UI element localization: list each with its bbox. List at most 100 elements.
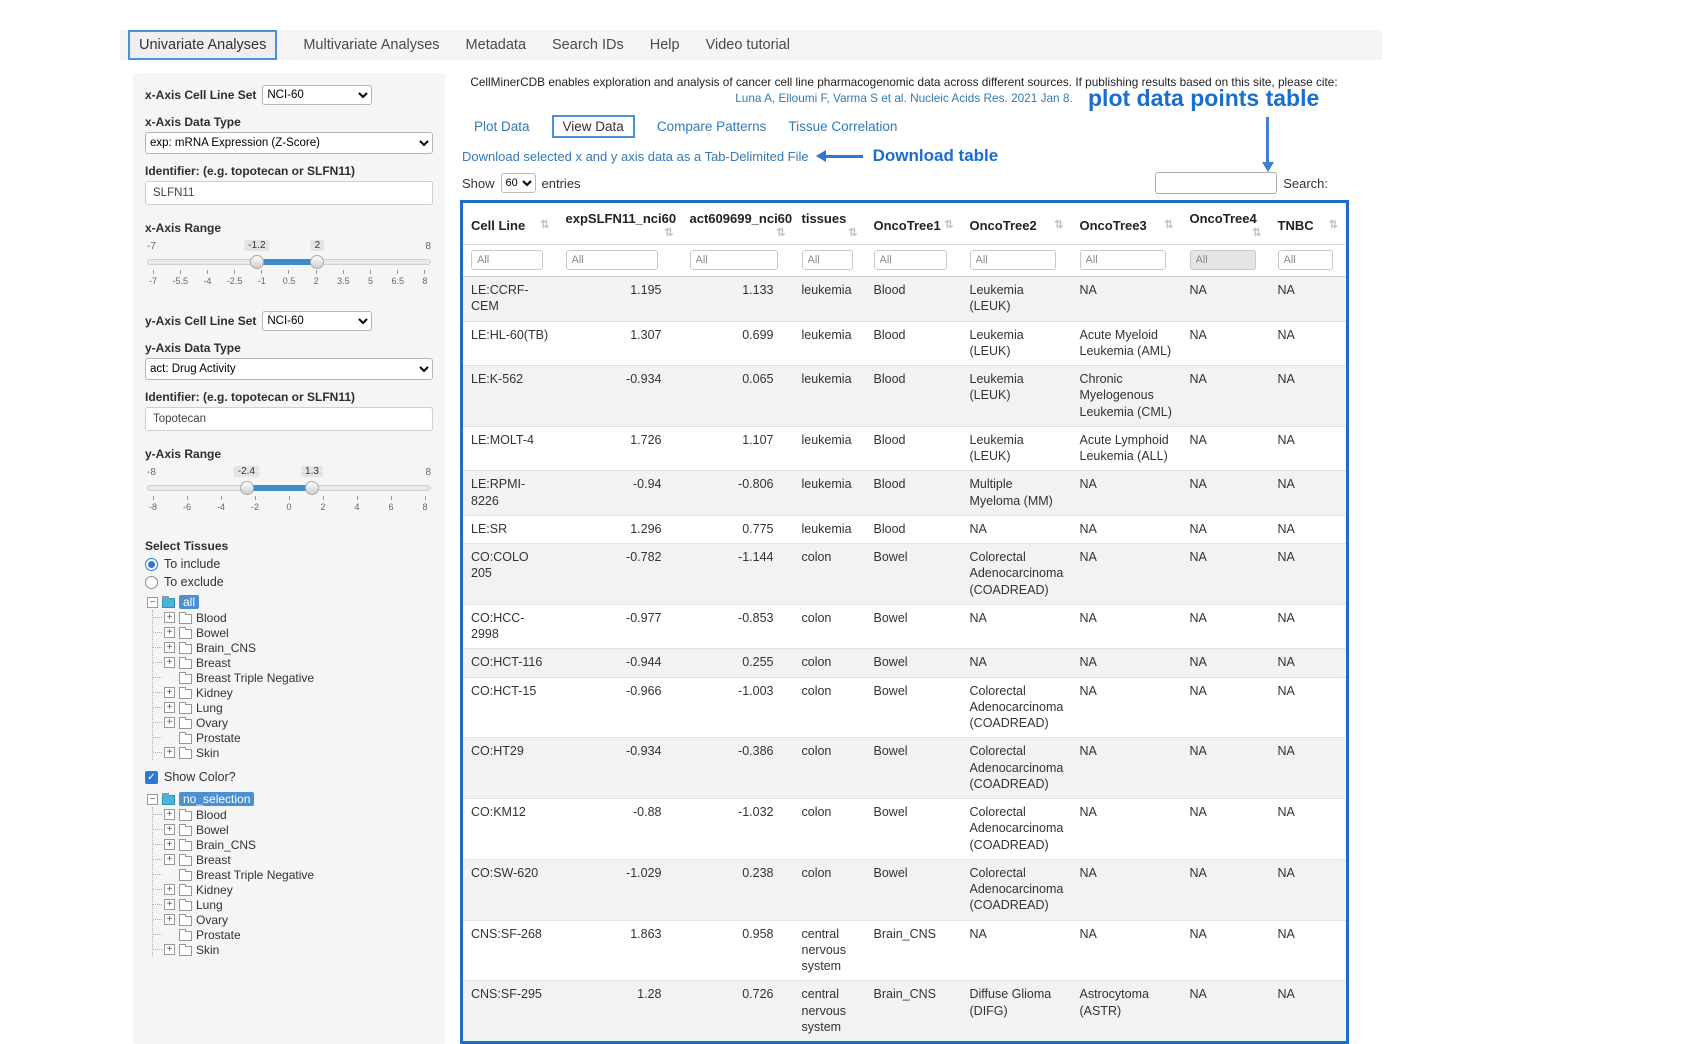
download-link[interactable]: Download selected x and y axis data as a…: [462, 149, 809, 164]
nav-tab-help[interactable]: Help: [650, 37, 680, 53]
radio-unselected-icon[interactable]: [145, 576, 158, 589]
sort-icon[interactable]: ⇅: [1054, 218, 1063, 231]
tree-item[interactable]: + Kidney: [153, 882, 433, 897]
expand-icon[interactable]: +: [164, 884, 175, 895]
tab-view-data[interactable]: View Data: [552, 115, 635, 138]
tree-item[interactable]: Breast Triple Negative: [153, 867, 433, 882]
sort-icon[interactable]: ⇅: [848, 226, 857, 239]
table-row[interactable]: LE:CCRF-CEM 1.195 1.133 leukemia Blood L…: [462, 277, 1348, 322]
tree-item[interactable]: + Blood: [153, 610, 433, 625]
nav-tab-video-tutorial[interactable]: Video tutorial: [706, 37, 790, 53]
expand-icon[interactable]: +: [164, 747, 175, 758]
nav-tab-univariate-analyses[interactable]: Univariate Analyses: [128, 30, 277, 60]
table-row[interactable]: LE:SR 1.296 0.775 leukemia Blood NA NA N…: [462, 515, 1348, 543]
expand-icon[interactable]: [164, 672, 175, 683]
x-axis-identifier-input[interactable]: [145, 181, 433, 205]
column-header-oncotree4[interactable]: OncoTree4⇅: [1182, 202, 1270, 245]
column-header-expslfn11-nci60[interactable]: expSLFN11_nci60⇅: [558, 202, 682, 245]
tree-item[interactable]: + Ovary: [153, 715, 433, 730]
tree-item[interactable]: Prostate: [153, 927, 433, 942]
show-color-option[interactable]: ✓ Show Color?: [145, 770, 433, 784]
tree-item[interactable]: Breast Triple Negative: [153, 670, 433, 685]
tab-plot-data[interactable]: Plot Data: [474, 119, 530, 134]
sort-icon[interactable]: ⇅: [1164, 218, 1173, 231]
sort-icon[interactable]: ⇅: [540, 218, 549, 231]
expand-icon[interactable]: +: [164, 899, 175, 910]
nav-tab-multivariate-analyses[interactable]: Multivariate Analyses: [303, 37, 439, 53]
entries-select[interactable]: 60: [501, 173, 536, 193]
x-slider-handle-low[interactable]: [250, 255, 264, 269]
table-row[interactable]: CO:HCT-116 -0.944 0.255 colon Bowel NA N…: [462, 649, 1348, 677]
y-axis-cell-line-set-select[interactable]: NCI-60: [262, 311, 372, 331]
y-slider-handle-low[interactable]: [240, 481, 254, 495]
to-exclude-option[interactable]: To exclude: [145, 575, 433, 589]
search-input[interactable]: [1155, 172, 1277, 194]
y-axis-range-slider[interactable]: -8 -2.4 1.3 8 -8 -6 -4: [147, 467, 431, 519]
expand-icon[interactable]: +: [164, 809, 175, 820]
radio-selected-icon[interactable]: [145, 558, 158, 571]
tree-item[interactable]: + Kidney: [153, 685, 433, 700]
table-row[interactable]: CO:HCC-2998 -0.977 -0.853 colon Bowel NA…: [462, 604, 1348, 649]
sort-icon[interactable]: ⇅: [664, 226, 673, 239]
x-slider-handle-high[interactable]: [310, 255, 324, 269]
column-header-act609699-nci60[interactable]: act609699_nci60⇅: [682, 202, 794, 245]
table-row[interactable]: CO:SW-620 -1.029 0.238 colon Bowel Color…: [462, 859, 1348, 920]
tree-item[interactable]: + Bowel: [153, 625, 433, 640]
expand-icon[interactable]: +: [164, 944, 175, 955]
column-header-oncotree2[interactable]: OncoTree2⇅: [962, 202, 1072, 245]
tree-item[interactable]: + Brain_CNS: [153, 640, 433, 655]
table-row[interactable]: LE:RPMI-8226 -0.94 -0.806 leukemia Blood…: [462, 471, 1348, 516]
column-header-oncotree3[interactable]: OncoTree3⇅: [1072, 202, 1182, 245]
tree-item[interactable]: + Skin: [153, 942, 433, 957]
tree-root-all[interactable]: − all: [147, 595, 433, 609]
x-slider-track[interactable]: [147, 259, 431, 265]
table-row[interactable]: LE:MOLT-4 1.726 1.107 leukemia Blood Leu…: [462, 426, 1348, 471]
expand-icon[interactable]: +: [164, 612, 175, 623]
expand-icon[interactable]: +: [164, 854, 175, 865]
filter-input-tnbc[interactable]: [1278, 250, 1334, 270]
filter-input-oncotree4[interactable]: [1190, 250, 1256, 270]
x-axis-range-slider[interactable]: -7 -1.2 2 8 -7 -5.5 -4: [147, 241, 431, 293]
tree-item[interactable]: Prostate: [153, 730, 433, 745]
table-row[interactable]: LE:K-562 -0.934 0.065 leukemia Blood Leu…: [462, 366, 1348, 427]
expand-icon[interactable]: +: [164, 687, 175, 698]
filter-input-oncotree3[interactable]: [1080, 250, 1166, 270]
tab-compare-patterns[interactable]: Compare Patterns: [657, 119, 767, 134]
y-slider-track[interactable]: [147, 485, 431, 491]
table-row[interactable]: CO:HCT-15 -0.966 -1.003 colon Bowel Colo…: [462, 677, 1348, 738]
filter-input-cell-line[interactable]: [471, 250, 543, 270]
expand-icon[interactable]: +: [164, 914, 175, 925]
tree-item[interactable]: + Bowel: [153, 822, 433, 837]
column-header-oncotree1[interactable]: OncoTree1⇅: [866, 202, 962, 245]
table-row[interactable]: CO:KM12 -0.88 -1.032 colon Bowel Colorec…: [462, 799, 1348, 860]
collapse-icon[interactable]: −: [147, 794, 158, 805]
to-include-option[interactable]: To include: [145, 557, 433, 571]
tree-root-no-selection[interactable]: − no_selection: [147, 792, 433, 806]
tree-item[interactable]: + Blood: [153, 807, 433, 822]
tab-tissue-correlation[interactable]: Tissue Correlation: [788, 119, 897, 134]
table-row[interactable]: CO:HT29 -0.934 -0.386 colon Bowel Colore…: [462, 738, 1348, 799]
expand-icon[interactable]: +: [164, 642, 175, 653]
nav-tab-metadata[interactable]: Metadata: [466, 37, 526, 53]
filter-input-expslfn11[interactable]: [566, 250, 658, 270]
tree-item[interactable]: + Breast: [153, 852, 433, 867]
expand-icon[interactable]: [164, 869, 175, 880]
column-header-tissues[interactable]: tissues⇅: [794, 202, 866, 245]
filter-input-tissues[interactable]: [802, 250, 854, 270]
expand-icon[interactable]: [164, 929, 175, 940]
table-row[interactable]: LE:HL-60(TB) 1.307 0.699 leukemia Blood …: [462, 321, 1348, 366]
expand-icon[interactable]: +: [164, 702, 175, 713]
tree-item[interactable]: + Skin: [153, 745, 433, 760]
column-header-tnbc[interactable]: TNBC⇅: [1270, 202, 1348, 245]
checkbox-checked-icon[interactable]: ✓: [145, 771, 158, 784]
expand-icon[interactable]: +: [164, 657, 175, 668]
sort-icon[interactable]: ⇅: [944, 218, 953, 231]
y-axis-identifier-input[interactable]: [145, 407, 433, 431]
x-axis-cell-line-set-select[interactable]: NCI-60: [262, 85, 372, 105]
table-row[interactable]: CO:COLO 205 -0.782 -1.144 colon Bowel Co…: [462, 544, 1348, 605]
expand-icon[interactable]: [164, 732, 175, 743]
filter-input-oncotree1[interactable]: [874, 250, 948, 270]
collapse-icon[interactable]: −: [147, 597, 158, 608]
filter-input-act609699[interactable]: [690, 250, 778, 270]
sort-icon[interactable]: ⇅: [1329, 218, 1338, 231]
